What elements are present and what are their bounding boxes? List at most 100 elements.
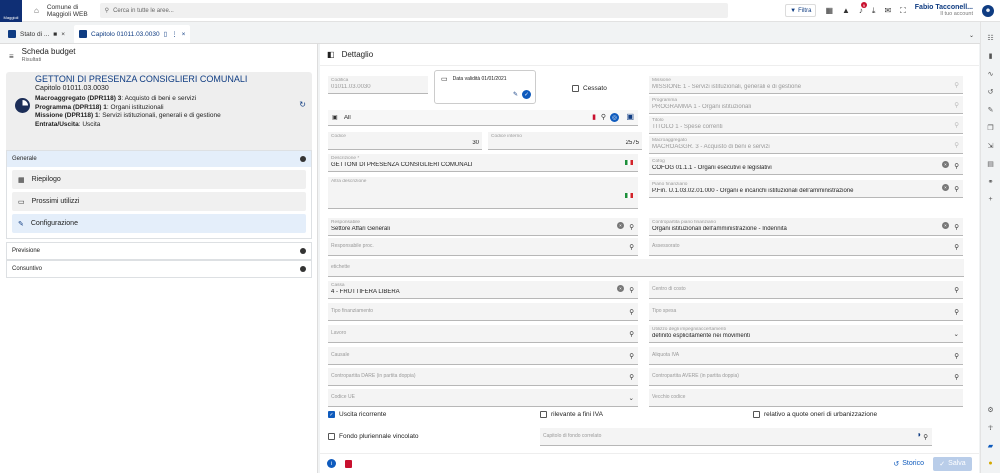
- export-icon[interactable]: ⇲: [988, 142, 994, 153]
- delete-icon[interactable]: [345, 459, 352, 468]
- bookmark-icon[interactable]: ▯: [164, 30, 168, 38]
- sidebar-toggle-icon[interactable]: ◧: [327, 50, 335, 59]
- piggy-bank-icon[interactable]: ◗: [917, 430, 922, 439]
- access-field[interactable]: ▣ All ▮ ⚲ ◎ ▣: [328, 110, 638, 126]
- search-icon[interactable]: ⚲: [954, 286, 959, 294]
- gear-icon[interactable]: ⚙: [987, 406, 993, 417]
- search-icon[interactable]: ⚲: [629, 223, 634, 231]
- search-icon[interactable]: ⚲: [954, 352, 959, 360]
- global-search[interactable]: ⚲ Cerca in tutte le aree...: [99, 3, 728, 18]
- italian-flag-icon[interactable]: [625, 193, 633, 198]
- search-input[interactable]: Cerca in tutte le aree...: [113, 8, 174, 14]
- more-icon[interactable]: ⋮: [171, 30, 178, 38]
- clear-icon[interactable]: ×: [617, 222, 624, 229]
- mail-icon[interactable]: ✉: [884, 6, 891, 15]
- search-icon[interactable]: ⚲: [954, 185, 959, 193]
- etichette-field[interactable]: etichette: [328, 259, 964, 277]
- search-icon[interactable]: ⚲: [954, 162, 959, 170]
- search-icon[interactable]: ⚲: [923, 433, 928, 441]
- warning-icon[interactable]: ▲: [842, 6, 850, 15]
- menu-prossimi-utilizzi[interactable]: ▭ Prossimi utilizzi: [12, 192, 306, 211]
- contropartita-dare-field[interactable]: Contropartita DARE (in partita doppia) ⚲: [328, 368, 638, 386]
- chevron-down-icon[interactable]: ⌄: [954, 330, 959, 338]
- filter-button[interactable]: ▼ Filtra: [785, 4, 817, 17]
- rilevante-iva-checkbox[interactable]: rilevante a fini IVA: [540, 411, 603, 418]
- utilizzo-select[interactable]: Utilizzo degli impegni/accertamenti defi…: [649, 325, 963, 343]
- chart-icon[interactable]: ∿: [988, 70, 994, 81]
- responsabile-field[interactable]: Responsabile Settore Affari Generali × ⚲: [328, 218, 638, 236]
- book-icon[interactable]: ▮: [989, 52, 993, 63]
- lavoro-field[interactable]: Lavoro ⚲: [328, 325, 638, 343]
- responsabile-proc-field[interactable]: Responsabile proc. ⚲: [328, 238, 638, 256]
- centro-costo-field[interactable]: Centro di costo ⚲: [649, 281, 963, 299]
- codice-ue-select[interactable]: Codice UE ⌄: [328, 389, 638, 407]
- file-icon[interactable]: ▤: [987, 160, 994, 171]
- globe-icon[interactable]: ◎: [610, 113, 619, 122]
- capitolo-fondo-field[interactable]: Capitolo di fondo correlato ⚲: [540, 428, 932, 446]
- chevron-down-icon[interactable]: ⌄: [969, 32, 974, 39]
- piano-finanziario-field[interactable]: Piano finanziario P.Fin. U.1.03.02.01.00…: [649, 180, 963, 198]
- edit-icon[interactable]: ✎: [513, 91, 518, 98]
- avatar[interactable]: ☻: [982, 4, 994, 17]
- contropartita-field[interactable]: Contropartita piano finanziario Organi i…: [649, 218, 963, 236]
- tipo-spesa-field[interactable]: Tipo spesa ⚲: [649, 303, 963, 321]
- fullscreen-icon[interactable]: ⛶: [900, 6, 906, 16]
- altra-descrizione-field[interactable]: Altra descrizione: [328, 177, 638, 209]
- download-icon[interactable]: ⤓: [872, 6, 876, 16]
- pin-icon[interactable]: ✎: [988, 106, 994, 117]
- menu-configurazione[interactable]: ✎ Configurazione: [12, 214, 306, 233]
- lock-icon[interactable]: ▣: [626, 112, 634, 121]
- cassa-field[interactable]: Cassa 4 - FRUTTIFERA LIBERA × ⚲: [328, 281, 638, 299]
- cofog-field[interactable]: Cofog COFOG 01.1.1 - Organi esecutivi e …: [649, 157, 963, 175]
- copy-icon[interactable]: ❐: [987, 124, 993, 135]
- assessorato-field[interactable]: Assessorato ⚲: [649, 238, 963, 256]
- user-menu[interactable]: Fabio Tacconell... Il tuo account: [915, 4, 973, 18]
- tab-stato[interactable]: Stato di ... ■ ×: [3, 25, 70, 43]
- search-icon[interactable]: ⚲: [954, 223, 959, 231]
- tipo-finanziamento-field[interactable]: Tipo finanziamento ⚲: [328, 303, 638, 321]
- tab-capitolo[interactable]: Capitolo 01011.03.0030 ▯ ⋮ ×: [74, 25, 191, 43]
- codice-interno-field[interactable]: Codice interno 2575: [488, 132, 642, 150]
- validity-date-box[interactable]: ▭ Data validità 01/01/2021 ✎ ✓: [434, 70, 536, 104]
- clear-icon[interactable]: ×: [942, 222, 949, 229]
- confirm-icon[interactable]: ✓: [522, 90, 531, 99]
- close-icon[interactable]: ×: [61, 31, 65, 38]
- apps-grid-icon[interactable]: ▦: [825, 6, 833, 15]
- list-icon[interactable]: ☷: [987, 34, 993, 45]
- save-button[interactable]: ✓ Salva: [933, 456, 972, 471]
- uscita-ricorrente-checkbox[interactable]: ✓ Uscita ricorrente: [328, 411, 386, 418]
- info-icon[interactable]: i: [327, 459, 336, 468]
- clear-icon[interactable]: ×: [617, 285, 624, 292]
- search-icon[interactable]: ⚲: [629, 373, 634, 381]
- history-icon[interactable]: ↺: [988, 88, 994, 99]
- delete-icon[interactable]: ▮: [592, 113, 596, 121]
- descrizione-field[interactable]: Descrizione * GETTONI DI PRESENZA CONSIG…: [328, 154, 638, 172]
- search-icon[interactable]: ⚲: [629, 243, 634, 251]
- aliquota-iva-field[interactable]: Aliquota IVA ⚲: [649, 347, 963, 365]
- chevron-down-icon[interactable]: ⌄: [629, 394, 634, 402]
- bell-icon[interactable]: ♪ 9: [859, 2, 867, 15]
- italian-flag-icon[interactable]: [625, 160, 633, 165]
- search-icon[interactable]: ⚲: [954, 243, 959, 251]
- section-previsione[interactable]: Previsione: [6, 242, 312, 260]
- link-icon[interactable]: ⚭: [988, 178, 994, 189]
- contropartita-avere-field[interactable]: Contropartita AVERE (in partita doppia) …: [649, 368, 963, 386]
- section-generale-header[interactable]: Generale: [7, 151, 311, 167]
- clear-icon[interactable]: ×: [942, 184, 949, 191]
- home-icon[interactable]: ⌂: [34, 6, 39, 15]
- cessato-checkbox[interactable]: Cessato: [572, 85, 607, 92]
- search-icon[interactable]: ⚲: [954, 308, 959, 316]
- search-icon[interactable]: ⚲: [629, 286, 634, 294]
- codice-field[interactable]: Codice 30: [328, 132, 482, 150]
- search-icon[interactable]: ⚲: [629, 330, 634, 338]
- add-icon[interactable]: +: [988, 196, 992, 207]
- clear-icon[interactable]: ×: [942, 161, 949, 168]
- menu-icon[interactable]: ≡: [9, 52, 14, 61]
- oneri-urbanizzazione-checkbox[interactable]: relativo a quote oneri di urbanizzazione: [753, 411, 877, 418]
- causale-field[interactable]: Causale ⚲: [328, 347, 638, 365]
- help-icon[interactable]: ●: [988, 460, 992, 471]
- refresh-icon[interactable]: ↻: [299, 100, 306, 109]
- menu-riepilogo[interactable]: ▦ Riepilogo: [12, 170, 306, 189]
- search-icon[interactable]: ⚲: [629, 308, 634, 316]
- fondo-pluriennale-checkbox[interactable]: Fondo pluriennale vincolato: [328, 433, 419, 440]
